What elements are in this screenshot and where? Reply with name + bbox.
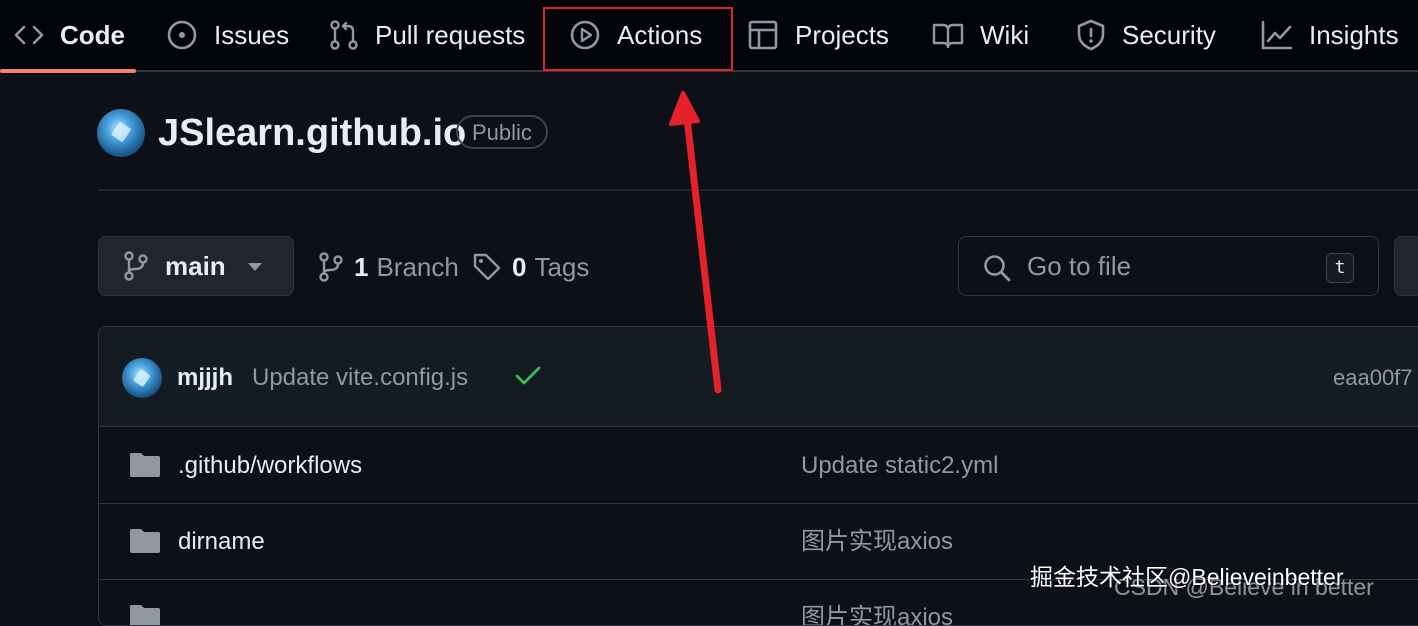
- tag-count: 0: [512, 251, 527, 282]
- file-name[interactable]: .github/workflows: [178, 451, 362, 481]
- commit-message[interactable]: Update vite.config.js: [252, 363, 468, 393]
- folder-icon: [129, 452, 161, 478]
- tab-label: Security: [1122, 19, 1216, 50]
- keyboard-shortcut-hint: t: [1326, 253, 1354, 283]
- tab-label: Pull requests: [375, 19, 526, 50]
- visibility-badge: Public: [456, 115, 548, 149]
- add-file-button[interactable]: [1394, 236, 1418, 296]
- shield-icon: [1076, 19, 1106, 51]
- book-icon: [932, 21, 964, 49]
- header-divider: [98, 189, 1418, 191]
- repo-owner-avatar[interactable]: [97, 109, 145, 157]
- active-tab-indicator: [0, 69, 136, 73]
- git-branch-icon: [123, 251, 149, 281]
- tab-issues[interactable]: Issues: [166, 0, 289, 70]
- tab-label: Wiki: [980, 19, 1030, 50]
- repo-name[interactable]: JSlearn.github.io: [158, 110, 466, 156]
- git-branch-icon: [318, 252, 344, 282]
- branch-count: 1: [354, 251, 369, 282]
- actions-highlight-box: [543, 7, 733, 71]
- file-commit-message[interactable]: 图片实现axios: [801, 527, 953, 557]
- tab-label: Issues: [214, 19, 290, 50]
- tab-label: Projects: [795, 19, 889, 50]
- commit-hash[interactable]: eaa00f7: [1333, 364, 1413, 392]
- tag-icon: [472, 252, 502, 282]
- branches-link[interactable]: 1 Branch: [318, 247, 459, 287]
- file-commit-message[interactable]: Update static2.yml: [801, 451, 998, 481]
- issue-opened-icon: [166, 19, 198, 51]
- tab-label: Code: [60, 19, 125, 50]
- file-commit-message[interactable]: 图片实现axios: [801, 603, 953, 625]
- branch-selector-button[interactable]: main: [98, 236, 294, 296]
- latest-commit-row: mjjjh Update vite.config.js eaa00f7: [99, 327, 1418, 427]
- go-to-file-input[interactable]: Go to file t: [958, 236, 1379, 296]
- file-name[interactable]: dirname: [178, 527, 265, 557]
- tab-wiki[interactable]: Wiki: [932, 0, 1029, 70]
- tag-label: Tags: [534, 251, 590, 282]
- graph-icon: [1261, 20, 1293, 50]
- branch-name: main: [165, 250, 226, 281]
- tags-link[interactable]: 0 Tags: [472, 247, 589, 287]
- tab-security[interactable]: Security: [1076, 0, 1216, 70]
- watermark: 掘金技术社区@Believeinbetter: [1030, 564, 1344, 590]
- tab-projects[interactable]: Projects: [747, 0, 889, 70]
- commit-author-avatar[interactable]: [122, 358, 162, 398]
- tab-pull-requests[interactable]: Pull requests: [329, 0, 525, 70]
- caret-down-icon: [247, 262, 263, 272]
- table-icon: [747, 19, 779, 51]
- check-icon[interactable]: [515, 366, 541, 386]
- tab-label: Insights: [1309, 19, 1399, 50]
- folder-icon: [129, 604, 161, 625]
- go-to-file-placeholder: Go to file: [1027, 251, 1132, 281]
- commit-author[interactable]: mjjjh: [177, 363, 233, 393]
- search-icon: [983, 254, 1011, 282]
- git-pull-request-icon: [329, 19, 359, 51]
- file-row[interactable]: .github/workflows Update static2.yml: [99, 427, 1418, 504]
- branch-label: Branch: [376, 251, 459, 282]
- tab-insights[interactable]: Insights: [1261, 0, 1399, 70]
- code-icon: [14, 23, 44, 47]
- folder-icon: [129, 528, 161, 554]
- tab-code[interactable]: Code: [14, 0, 125, 70]
